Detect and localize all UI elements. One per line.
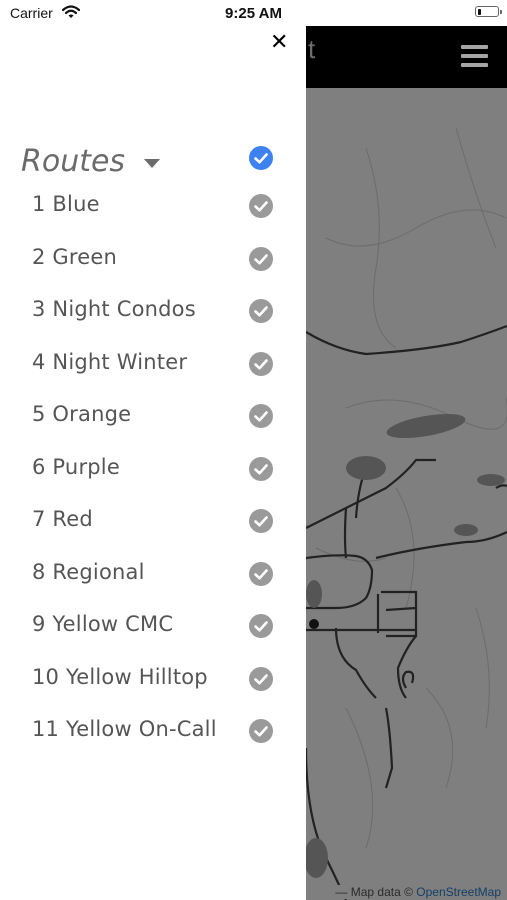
status-bar: Carrier 9:25 AM — [0, 0, 507, 26]
battery-icon — [475, 6, 502, 17]
route-item[interactable]: 10 Yellow Hilltop — [0, 653, 306, 705]
route-check-icon[interactable] — [249, 456, 273, 481]
route-label: 4 Night Winter — [32, 349, 188, 374]
menu-icon[interactable] — [461, 45, 488, 69]
caret-down-icon — [144, 159, 161, 168]
route-item[interactable]: 9 Yellow CMC — [0, 600, 306, 652]
map-view[interactable]: t — Map data © OpenStreetMap — [306, 26, 507, 900]
route-label: 1 Blue — [32, 192, 100, 216]
route-item[interactable]: 2 Green — [0, 233, 306, 285]
map-attribution: — Map data © OpenStreetMap — [333, 885, 501, 899]
battery-level-fill — [477, 8, 482, 15]
route-check-icon[interactable] — [249, 509, 273, 533]
route-item[interactable]: 6 Purple — [0, 443, 306, 495]
route-label: 6 Purple — [32, 454, 120, 479]
route-item[interactable]: 8 Regional — [0, 548, 306, 600]
route-check-icon[interactable] — [249, 404, 273, 428]
route-label: 10 Yellow Hilltop — [32, 664, 208, 689]
route-check-icon[interactable] — [249, 351, 273, 376]
route-label: 9 Yellow CMC — [32, 612, 174, 636]
route-item[interactable]: 1 Blue — [0, 180, 306, 232]
route-label: 2 Green — [32, 244, 118, 269]
route-check-icon[interactable] — [249, 666, 273, 691]
route-label: 8 Regional — [32, 559, 145, 584]
route-check-icon[interactable] — [249, 561, 273, 586]
app-header: t — [306, 26, 507, 88]
route-item[interactable]: 11 Yellow On-Call — [0, 705, 306, 757]
routes-title: Routes — [21, 144, 126, 179]
route-label: 3 Night Condos — [32, 297, 196, 321]
route-label: 5 Orange — [32, 402, 132, 426]
close-icon[interactable]: ✕ — [270, 30, 288, 56]
route-item[interactable]: 5 Orange — [0, 390, 306, 442]
route-item[interactable]: 4 Night Winter — [0, 338, 306, 390]
routes-dropdown[interactable]: Routes — [21, 144, 161, 179]
osm-link[interactable]: OpenStreetMap — [416, 885, 501, 899]
route-check-icon[interactable] — [249, 194, 273, 218]
route-item[interactable]: 3 Night Condos — [0, 285, 306, 337]
route-check-icon[interactable] — [249, 719, 273, 743]
app-title-fragment: t — [308, 34, 316, 64]
route-item[interactable]: 7 Red — [0, 495, 306, 547]
route-check-icon[interactable] — [249, 299, 273, 323]
route-label: 7 Red — [32, 507, 93, 531]
route-check-icon[interactable] — [249, 614, 273, 638]
select-all-check-icon[interactable] — [249, 146, 273, 170]
routes-drawer: ✕ Routes 1 Blue 2 Green 3 Night Condos 4 Ni… — [0, 26, 306, 900]
map-roads — [306, 127, 507, 900]
route-check-icon[interactable] — [249, 246, 273, 271]
attribution-prefix: — Map data © — [335, 885, 413, 899]
route-label: 11 Yellow On-Call — [32, 717, 217, 741]
status-time: 9:25 AM — [225, 5, 282, 22]
